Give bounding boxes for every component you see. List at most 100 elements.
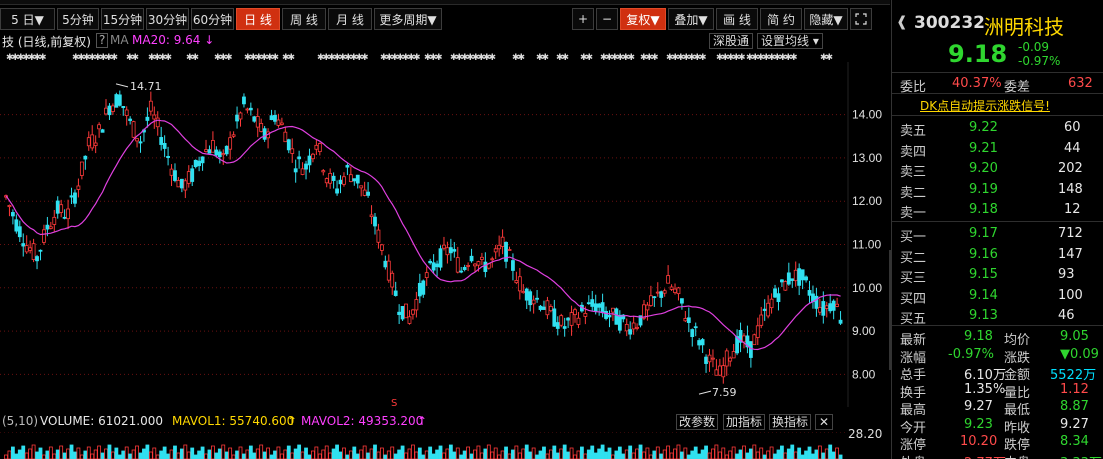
candle: [480, 252, 484, 265]
chart-info-bar: 技 (日线,前复权) ? MA MA20: 9.64 ↓ 深股通 设置均线 ▾: [0, 33, 890, 49]
period-30min-button[interactable]: 30分钟: [146, 8, 189, 30]
volume-bar: [42, 454, 46, 459]
volume-bar: [607, 447, 612, 459]
volume-bar: [773, 453, 777, 459]
kline-chart[interactable]: 8.00 9.00 10.00 11.00 12.00 13.00 14.00 14.71 7.…: [0, 62, 890, 409]
volume-bar: [348, 450, 353, 459]
last-price: 9.18: [948, 40, 1008, 68]
fullscreen-icon[interactable]: [850, 8, 872, 30]
period-weekly-button[interactable]: 周 线: [282, 8, 326, 30]
zoom-out-button[interactable]: −: [596, 8, 618, 30]
candle: [114, 92, 119, 108]
candle: [379, 243, 384, 256]
volume-bar: [707, 452, 712, 459]
overlay-button[interactable]: 叠加▼: [668, 8, 714, 30]
volume-bar: [376, 451, 381, 459]
help-button[interactable]: ?: [96, 33, 109, 48]
signal-star: ✱: [435, 53, 443, 62]
y-tick-label: 9.00: [852, 324, 876, 338]
volume-bar: [114, 447, 119, 459]
volume-bar: [507, 453, 512, 459]
candle: [359, 185, 364, 197]
signal-star: ✱: [651, 53, 659, 62]
ask-price: 9.18: [969, 202, 998, 217]
more-periods-button[interactable]: 更多周期▼: [374, 8, 442, 30]
volume-bar: [600, 444, 605, 459]
volume-bar: [680, 451, 684, 459]
ask-row: 卖一 9.18 12: [892, 201, 1103, 221]
volume-bar: [466, 446, 471, 459]
candle: [186, 165, 191, 188]
dk-signal-link[interactable]: DK点自动提示涨跌信号!: [920, 97, 1050, 114]
volume-bar: [648, 454, 653, 459]
stat-row: 涨幅 -0.97% 涨跌 ▼0.09: [892, 346, 1103, 366]
period-15min-button[interactable]: 15分钟: [101, 8, 144, 30]
connect-button[interactable]: 深股通: [709, 33, 754, 49]
period-days-select[interactable]: 5 日▼: [0, 8, 55, 30]
volume-bar: [279, 453, 284, 459]
candle: [173, 163, 177, 183]
volume-bar: [69, 444, 74, 459]
volume-bar: [235, 450, 239, 459]
candle: [235, 106, 239, 129]
volume-bar: [321, 449, 326, 459]
period-daily-button[interactable]: 日 线: [236, 8, 280, 30]
volume-bar: [521, 448, 526, 459]
draw-line-button[interactable]: 画 线: [716, 8, 758, 30]
ask-label: 卖一: [900, 206, 927, 221]
low-marker: 7.59: [712, 386, 737, 399]
y-tick-label: 11.00: [852, 237, 881, 251]
volume-bar: [190, 447, 195, 459]
period-60min-button[interactable]: 60分钟: [191, 8, 234, 30]
candle: [266, 128, 270, 149]
switch-indicator-button[interactable]: 换指标: [769, 414, 812, 430]
candle: [169, 164, 174, 187]
candle: [500, 229, 505, 255]
signal-star: ✱: [699, 53, 707, 62]
candle: [531, 295, 536, 314]
volume-bar: [245, 449, 250, 459]
edit-params-button[interactable]: 改参数: [676, 414, 719, 430]
volume-bar: [211, 445, 215, 459]
volume-value: VOLUME: 61021.000: [40, 414, 163, 428]
volume-bar: [690, 450, 695, 459]
hide-button[interactable]: 隐藏▼: [804, 8, 848, 30]
candle: [631, 315, 636, 335]
ask-price: 9.22: [969, 120, 998, 135]
simple-mode-button[interactable]: 简 约: [760, 8, 802, 30]
period-5min-button[interactable]: 5分钟: [57, 8, 99, 30]
ask-price: 9.19: [969, 181, 998, 197]
candle: [769, 293, 774, 314]
add-indicator-button[interactable]: 加指标: [723, 414, 766, 430]
kline-svg[interactable]: 8.00 9.00 10.00 11.00 12.00 13.00 14.00 14.71 7.…: [0, 62, 890, 409]
zoom-in-button[interactable]: +: [572, 8, 594, 30]
volume-bar: [480, 452, 484, 459]
close-indicator-icon[interactable]: ✕: [815, 414, 834, 430]
candle: [417, 273, 422, 304]
ask-label: 卖五: [900, 124, 927, 139]
candle: [407, 310, 412, 325]
volume-bar: [286, 445, 291, 459]
candle: [273, 110, 277, 125]
candle: [673, 283, 677, 295]
candle: [86, 131, 91, 151]
adjust-price-button[interactable]: 复权▼: [620, 8, 666, 30]
volume-bar: [207, 449, 212, 459]
ask-label: 卖四: [900, 144, 927, 160]
candle: [159, 126, 164, 151]
volume-bar: [142, 448, 146, 459]
volume-bar: [631, 452, 636, 459]
volume-bar: [107, 444, 112, 459]
period-monthly-button[interactable]: 月 线: [328, 8, 372, 30]
volume-bar: [173, 445, 177, 459]
candle: [35, 254, 39, 270]
candle: [497, 235, 502, 257]
set-ma-button[interactable]: 设置均线 ▾: [757, 33, 823, 49]
quote-collapse-icon[interactable]: ❰: [896, 14, 908, 30]
candle: [48, 221, 53, 230]
volume-bar: [697, 453, 702, 459]
candle: [724, 348, 729, 376]
candle: [342, 172, 346, 187]
candle: [373, 212, 377, 235]
volume-bar: [255, 448, 260, 459]
